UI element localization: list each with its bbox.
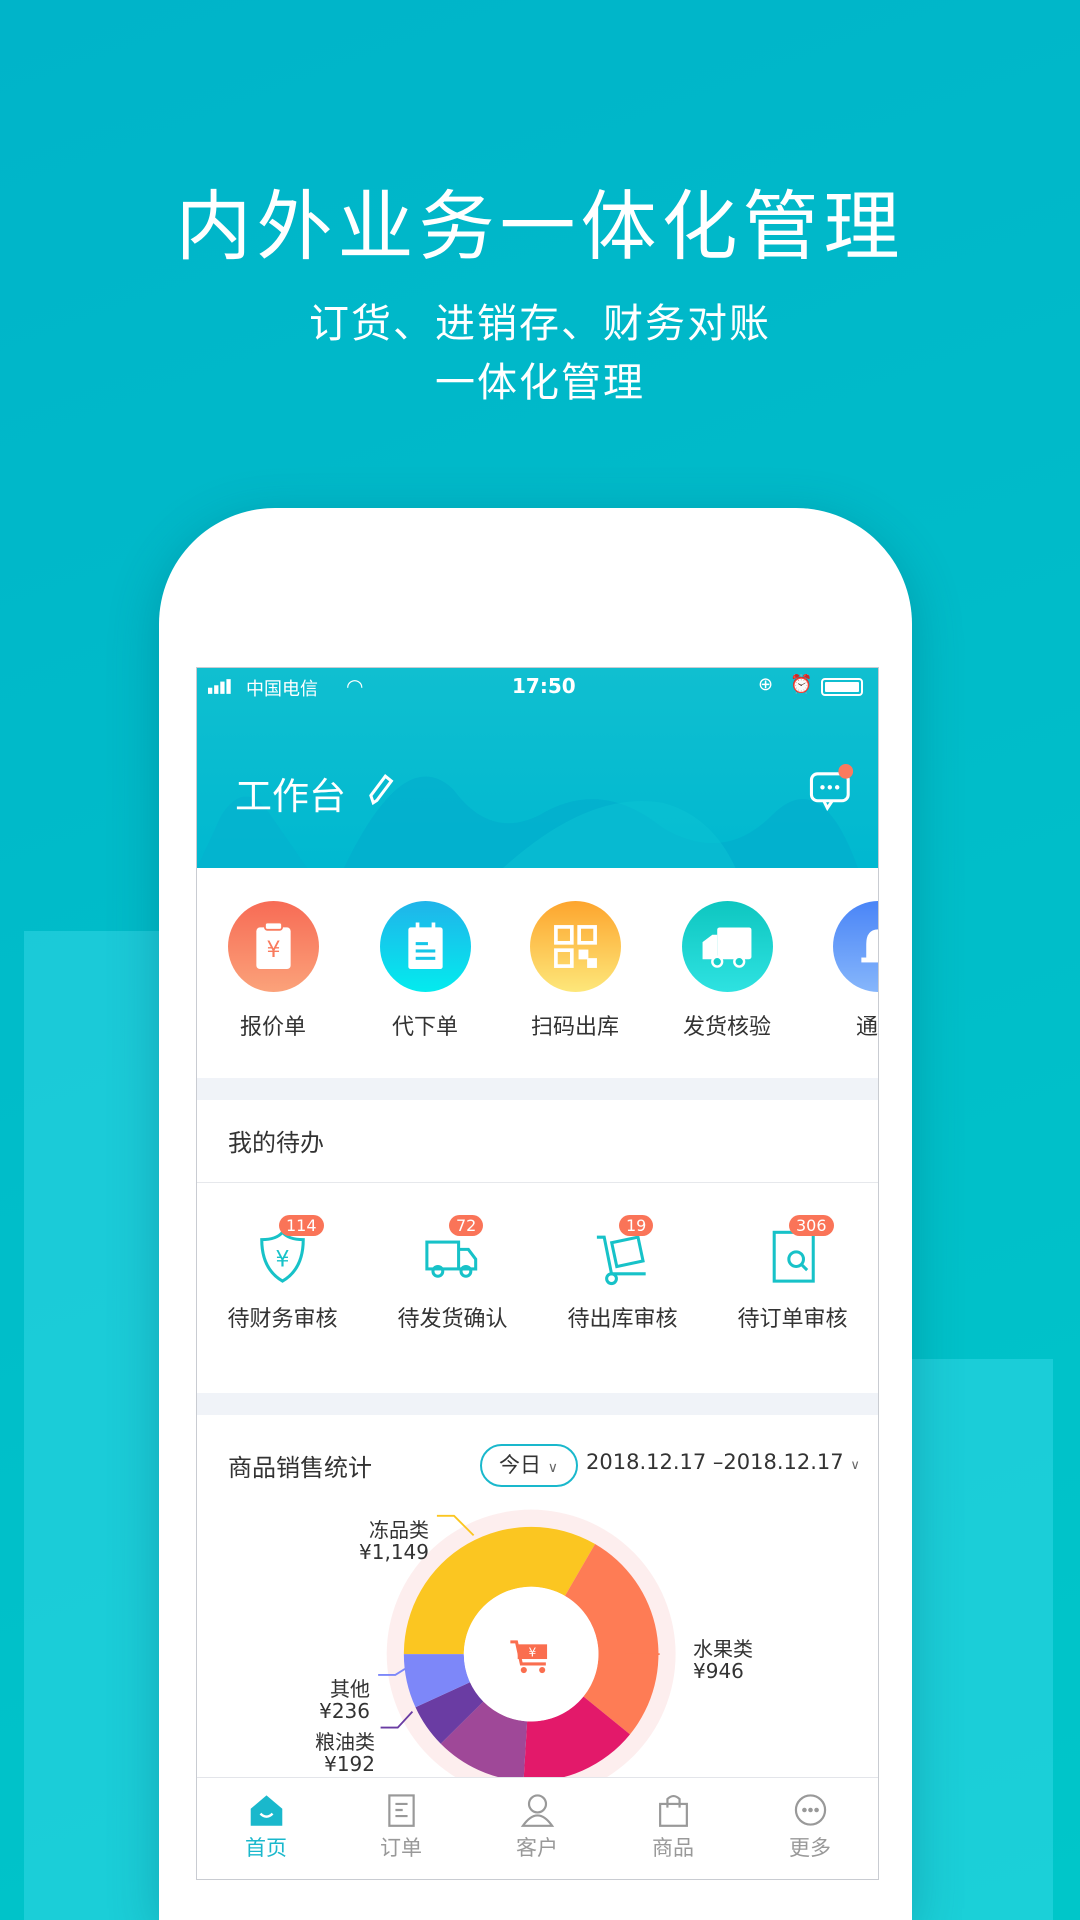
shortcut-quote-clipboard[interactable]: ¥ 报价单 — [218, 901, 328, 1041]
shortcut-label: 代下单 — [391, 1015, 458, 1040]
document-search-icon: 306 — [762, 1215, 834, 1286]
slice-value: ¥1,149 — [359, 1540, 429, 1564]
tab-home[interactable]: 首页 — [205, 1793, 327, 1862]
shortcut-truck[interactable]: 发货核验 — [672, 901, 782, 1041]
slice-name: 粮油类 — [315, 1730, 375, 1754]
slice-label: 冻品类 ¥1,149 — [319, 1519, 429, 1563]
section-divider — [197, 1078, 878, 1100]
todo-label: 待订单审核 — [737, 1307, 848, 1332]
todo-item[interactable]: 306 待订单审核 — [713, 1215, 872, 1333]
svg-text:¥: ¥ — [276, 1247, 290, 1272]
hero-title: 内外业务一体化管理 — [175, 182, 905, 271]
home-icon — [205, 1793, 327, 1827]
shield-yen-icon: ¥114 — [252, 1215, 324, 1286]
todo-title: 我的待办 — [228, 1129, 324, 1157]
section-divider — [197, 1393, 878, 1415]
svg-text:¥: ¥ — [266, 937, 280, 962]
notepad-icon — [379, 901, 471, 992]
hero-subtitle: 订货、进销存、财务对账 — [309, 301, 771, 347]
count-badge: 19 — [619, 1215, 654, 1236]
qr-code-icon — [529, 901, 621, 992]
todo-item[interactable]: 72 待发货确认 — [373, 1215, 532, 1333]
background-decoration — [24, 931, 159, 1920]
bottom-tab-bar: 首页 订单 客户 商品 更多 — [197, 1777, 878, 1879]
app-screen: 中国电信 ◠ 17:50 ⊕ ⏰ 工作台 ¥ 报价单 代下单 扫码出库 发货核验 通知 我… — [196, 667, 879, 1880]
tab-more[interactable]: 更多 — [749, 1793, 871, 1862]
slice-name: 冻品类 — [369, 1518, 429, 1542]
count-badge: 72 — [449, 1215, 484, 1236]
background-decoration — [912, 1359, 1053, 1920]
period-value: 今日 — [499, 1453, 541, 1477]
more-icon — [749, 1793, 871, 1827]
edit-pencil-icon[interactable] — [366, 771, 395, 808]
todo-item[interactable]: 19 待出库审核 — [543, 1215, 702, 1333]
tab-bag[interactable]: 商品 — [612, 1793, 734, 1862]
shortcut-label: 扫码出库 — [530, 1015, 619, 1040]
signal-icon — [208, 679, 231, 694]
slice-name: 其他 — [330, 1677, 370, 1701]
order-icon — [340, 1793, 462, 1827]
shortcut-notepad[interactable]: 代下单 — [370, 901, 480, 1041]
user-icon — [476, 1793, 598, 1827]
todo-item[interactable]: ¥114 待财务审核 — [203, 1215, 362, 1333]
slice-label: 其他 ¥236 — [270, 1678, 370, 1722]
promo-page: 内外业务一体化管理 订货、进销存、财务对账 一体化管理 中国电信 ◠ 17:50… — [0, 0, 1080, 1920]
battery-icon — [821, 678, 863, 696]
wifi-icon: ◠ — [346, 674, 364, 698]
date-range-picker[interactable]: 2018.12.17 –2018.12.17 ∨ — [586, 1450, 860, 1474]
shortcut-qr-code[interactable]: 扫码出库 — [520, 901, 630, 1041]
tab-label: 客户 — [516, 1836, 558, 1860]
slice-value: ¥192 — [324, 1752, 375, 1776]
chevron-down-icon: ∨ — [547, 1460, 558, 1476]
chevron-down-icon: ∨ — [850, 1458, 860, 1473]
tab-order[interactable]: 订单 — [340, 1793, 462, 1862]
todo-label: 待出库审核 — [567, 1307, 678, 1332]
shortcut-label: 发货核验 — [682, 1015, 771, 1040]
shortcut-bell[interactable]: 通知 — [823, 901, 878, 1041]
page-title: 工作台 — [235, 775, 346, 818]
todo-label: 待财务审核 — [227, 1307, 338, 1332]
clock: 17:50 — [512, 674, 576, 698]
date-range: 2018.12.17 –2018.12.17 — [586, 1450, 844, 1474]
tab-label: 订单 — [380, 1836, 422, 1860]
bell-icon — [832, 901, 878, 992]
truck-outline-icon: 72 — [422, 1215, 484, 1286]
stats-title: 商品销售统计 — [228, 1454, 372, 1482]
tab-label: 首页 — [245, 1836, 287, 1860]
count-badge: 306 — [789, 1215, 834, 1236]
shortcut-label: 报价单 — [239, 1015, 306, 1040]
period-dropdown[interactable]: 今日 ∨ — [480, 1444, 578, 1487]
slice-value: ¥236 — [319, 1699, 370, 1723]
svg-text:¥: ¥ — [528, 1646, 536, 1660]
carrier: 中国电信 — [246, 679, 318, 700]
bag-icon — [612, 1793, 734, 1827]
app-header: 中国电信 ◠ 17:50 ⊕ ⏰ 工作台 — [197, 668, 878, 868]
slice-label: 水果类 ¥946 — [693, 1638, 767, 1682]
rotation-lock-icon: ⊕ — [758, 674, 774, 695]
slice-label: 粮油类 ¥192 — [270, 1731, 375, 1775]
shortcut-label: 通知 — [855, 1015, 878, 1040]
slice-name: 水果类 — [693, 1637, 753, 1661]
alarm-icon: ⏰ — [790, 674, 813, 695]
truck-icon — [681, 901, 773, 992]
status-bar: 中国电信 ◠ 17:50 ⊕ ⏰ — [197, 668, 878, 705]
tab-user[interactable]: 客户 — [476, 1793, 598, 1862]
tab-label: 更多 — [789, 1836, 831, 1860]
slice-value: ¥946 — [693, 1659, 744, 1683]
cart-document-icon: 19 — [592, 1215, 654, 1286]
tab-label: 商品 — [652, 1836, 694, 1860]
count-badge: 114 — [279, 1215, 324, 1236]
todo-label: 待发货确认 — [397, 1307, 508, 1332]
hero-subtitle: 一体化管理 — [435, 360, 645, 406]
quote-clipboard-icon: ¥ — [227, 901, 319, 992]
message-icon[interactable] — [809, 764, 858, 813]
divider — [197, 1182, 878, 1183]
